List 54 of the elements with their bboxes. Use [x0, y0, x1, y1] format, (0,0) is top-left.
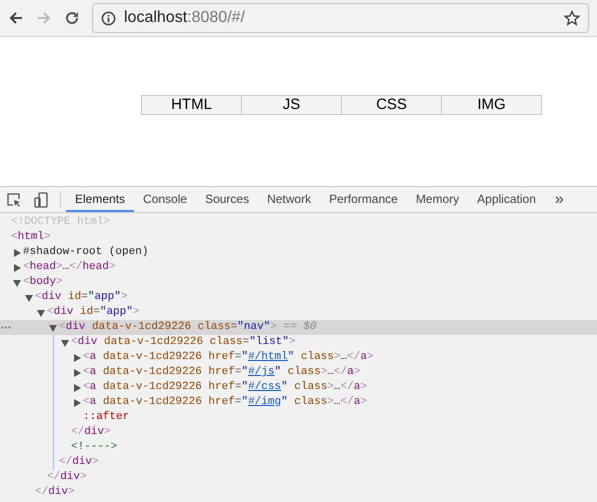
href-link[interactable]: #/img: [248, 396, 282, 408]
devtools-tab[interactable]: Performance: [320, 187, 407, 212]
expand-arrow-icon[interactable]: [73, 398, 81, 406]
dom-node-text: <a data-v-1cd29226 href="#/img" class>…</a>: [83, 395, 367, 410]
star-icon[interactable]: [564, 10, 580, 26]
info-icon[interactable]: [101, 10, 116, 26]
href-link[interactable]: #/html: [248, 351, 288, 363]
dom-node-text: </div>: [35, 485, 75, 500]
expand-arrow-icon[interactable]: [13, 264, 21, 272]
devtools-tab[interactable]: Console: [134, 187, 196, 212]
nav-link[interactable]: CSS: [341, 95, 442, 115]
href-link[interactable]: #/js: [248, 366, 274, 378]
dom-node-text: <div data-v-1cd29226 class="list">: [71, 335, 296, 350]
devtools-tab[interactable]: Network: [258, 187, 320, 212]
collapse-arrow-icon[interactable]: [37, 308, 45, 316]
more-icon[interactable]: [1, 326, 11, 329]
dom-node-text: <a data-v-1cd29226 href="#/css" class>…</a>: [83, 380, 367, 395]
address-bar[interactable]: localhost:8080/#/: [92, 3, 589, 33]
dom-node-text: <body>: [23, 275, 63, 290]
devtools-tab[interactable]: Application: [468, 187, 545, 212]
collapse-arrow-icon[interactable]: [25, 294, 33, 302]
dom-node-text: #shadow-root (open): [23, 245, 148, 260]
back-icon[interactable]: [8, 10, 24, 26]
dom-node-text: <a data-v-1cd29226 href="#/html" class>…</a>: [83, 350, 374, 365]
dom-node-text: <div id="app">: [47, 305, 140, 320]
dom-node-text: <head>…</head>: [23, 260, 116, 275]
reload-icon[interactable]: [64, 10, 80, 26]
dom-node-text: ::after: [83, 410, 130, 425]
collapse-arrow-icon[interactable]: [13, 278, 21, 286]
dom-node-text: <html>: [11, 230, 51, 245]
dom-node-text: <a data-v-1cd29226 href="#/js" class>…</a>: [83, 365, 360, 380]
expand-arrow-icon[interactable]: [73, 368, 81, 376]
dom-node-text: <div data-v-1cd29226 class="nav"> == $0: [59, 320, 316, 335]
dom-node-text: </div>: [47, 470, 87, 485]
nav-link[interactable]: JS: [241, 95, 342, 115]
devtools-tab[interactable]: Memory: [406, 187, 468, 212]
nav-link[interactable]: HTML: [141, 95, 242, 115]
dom-node-text: <div id="app">: [35, 290, 128, 305]
collapse-arrow-icon[interactable]: [61, 338, 69, 346]
expand-arrow-icon[interactable]: [73, 384, 81, 392]
dom-node-text: </div>: [59, 455, 99, 470]
inspect-icon[interactable]: [6, 192, 22, 208]
dom-node-text: <!---->: [71, 440, 118, 455]
nav-link[interactable]: IMG: [441, 95, 542, 115]
href-link[interactable]: #/css: [248, 381, 282, 393]
selected-row[interactable]: <div data-v-1cd29226 class="nav"> == $0: [0, 320, 597, 335]
dom-node-text: </div>: [71, 425, 111, 440]
collapse-arrow-icon[interactable]: [49, 324, 57, 332]
url-text: localhost:8080/#/: [124, 8, 246, 28]
expand-arrow-icon[interactable]: [73, 354, 81, 362]
device-icon[interactable]: [33, 192, 49, 208]
devtools-tab[interactable]: Sources: [196, 187, 258, 212]
more-tabs-button[interactable]: »: [554, 192, 564, 208]
expand-arrow-icon[interactable]: [13, 248, 21, 256]
